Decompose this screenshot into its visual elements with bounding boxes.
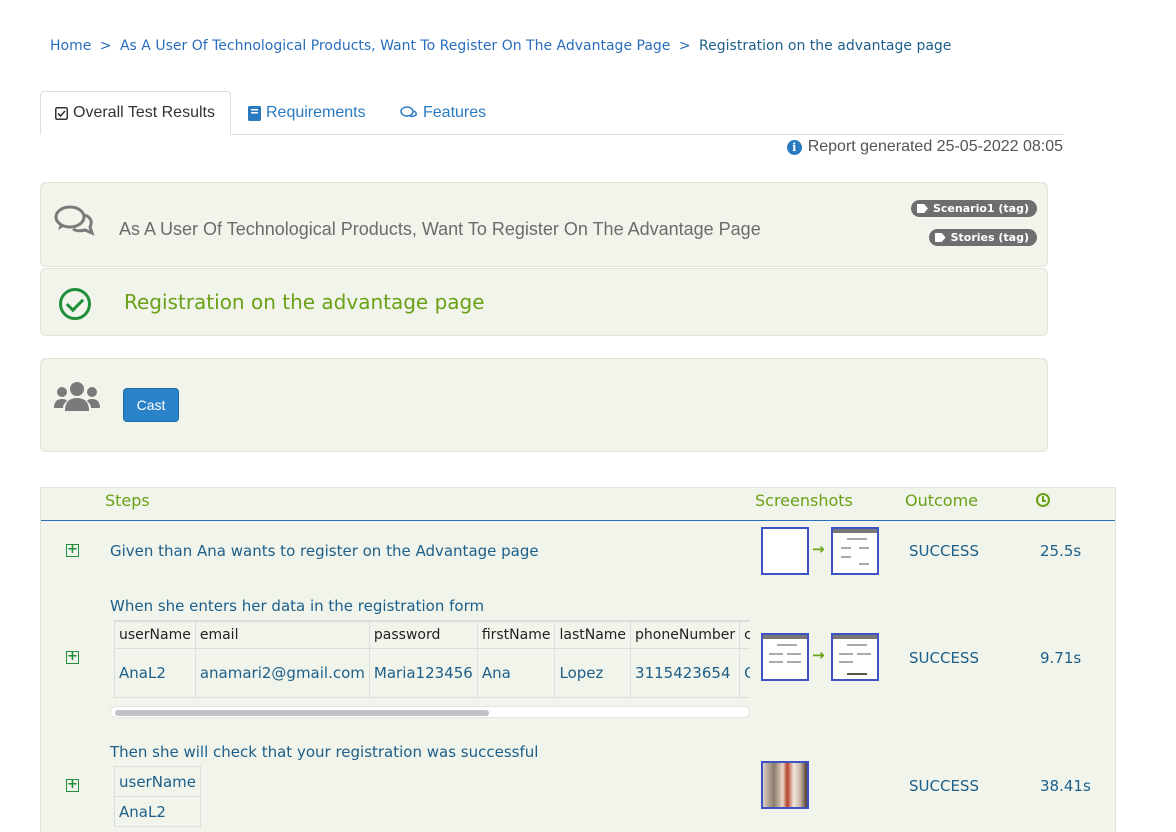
- tab-overall-test-results[interactable]: Overall Test Results: [40, 91, 231, 135]
- breadcrumb-story-link[interactable]: As A User Of Technological Products, Wan…: [120, 38, 670, 54]
- arrow-right-icon: →: [812, 646, 825, 664]
- header-steps: Steps: [105, 491, 150, 510]
- step-duration: 38.41s: [1040, 777, 1091, 795]
- expand-step-button[interactable]: +: [66, 543, 79, 557]
- tag-badge[interactable]: Stories (tag): [928, 229, 1037, 246]
- step-outcome: SUCCESS: [909, 649, 979, 667]
- tab-requirements[interactable]: Requirements: [248, 91, 366, 135]
- report-generated-text: Report generated 25-05-2022 08:05: [807, 138, 1063, 155]
- screenshot-thumbnail[interactable]: [761, 633, 809, 681]
- data-column-header: userName: [114, 766, 201, 797]
- data-column-header: c: [739, 621, 750, 649]
- data-cell: 3115423654: [630, 648, 741, 698]
- step-text: Then she will check that your registrati…: [110, 743, 539, 761]
- steps-table-header: Steps Screenshots Outcome: [41, 488, 1115, 521]
- tag-icon: [934, 233, 946, 242]
- clock-icon: [1036, 493, 1050, 507]
- step-duration: 25.5s: [1040, 542, 1082, 560]
- data-column-header: password: [368, 621, 478, 649]
- book-icon: [248, 105, 261, 121]
- data-cell: anamari2@gmail.com: [194, 648, 370, 698]
- scenario-title: Registration on the advantage page: [124, 290, 485, 314]
- data-column-header: lastName: [554, 621, 632, 649]
- header-outcome: Outcome: [905, 491, 979, 510]
- tag-badge[interactable]: Scenario1 (tag): [910, 200, 1037, 217]
- tag-label: Stories (tag): [950, 231, 1029, 244]
- comments-icon: [54, 205, 95, 236]
- step-text: When she enters her data in the registra…: [110, 597, 485, 615]
- users-icon: [54, 382, 100, 411]
- screenshot-thumbnail[interactable]: [831, 633, 879, 681]
- breadcrumb-home-link[interactable]: Home: [50, 38, 91, 54]
- data-column-header: phoneNumber: [630, 621, 741, 649]
- check-circle-icon: [59, 288, 91, 320]
- expand-step-button[interactable]: +: [66, 650, 79, 664]
- horizontal-scrollbar[interactable]: [110, 706, 750, 718]
- step-text: Given than Ana wants to register on the …: [110, 542, 539, 560]
- comments-icon: [400, 106, 417, 118]
- story-panel: As A User Of Technological Products, Wan…: [40, 182, 1048, 267]
- data-cell: C: [739, 648, 750, 698]
- data-cell: Maria123456: [368, 648, 478, 698]
- arrow-right-icon: →: [812, 540, 825, 558]
- breadcrumb-separator: >: [99, 38, 112, 54]
- step-outcome: SUCCESS: [909, 777, 979, 795]
- info-icon: i: [786, 139, 802, 155]
- check-square-icon: [55, 106, 68, 120]
- tab-label: Overall Test Results: [73, 104, 215, 121]
- data-cell: Lopez: [554, 648, 632, 698]
- data-cell: Ana: [476, 648, 556, 698]
- breadcrumb: Home > As A User Of Technological Produc…: [50, 38, 951, 54]
- steps-table: Steps Screenshots Outcome + Given than A…: [40, 487, 1116, 832]
- scenario-panel: Registration on the advantage page: [40, 268, 1048, 336]
- screenshot-thumbnail[interactable]: [761, 761, 809, 809]
- expand-step-button[interactable]: +: [66, 778, 79, 792]
- breadcrumb-separator: >: [678, 38, 691, 54]
- step-duration: 9.71s: [1040, 649, 1082, 667]
- tab-label: Requirements: [266, 104, 366, 121]
- cast-panel: Cast: [40, 358, 1048, 452]
- step-outcome: SUCCESS: [909, 542, 979, 560]
- tab-features[interactable]: Features: [400, 91, 486, 135]
- tag-label: Scenario1 (tag): [932, 202, 1029, 215]
- data-cell: AnaL2: [114, 796, 201, 827]
- screenshot-thumbnail[interactable]: [831, 527, 879, 575]
- header-screenshots: Screenshots: [755, 491, 853, 510]
- screenshot-thumbnail[interactable]: [761, 527, 809, 575]
- step-data-table: userName AnaL2: [114, 766, 201, 827]
- data-cell: AnaL2: [114, 648, 196, 698]
- tag-icon: [916, 204, 928, 213]
- tab-label: Features: [423, 104, 487, 121]
- breadcrumb-current: Registration on the advantage page: [699, 38, 952, 54]
- step-data-table: userName email password firstName lastNa…: [114, 620, 750, 702]
- data-column-header: userName: [114, 621, 196, 649]
- report-tabs: Overall Test Results Requirements Featur…: [40, 91, 1064, 135]
- cast-button[interactable]: Cast: [123, 388, 179, 422]
- data-column-header: email: [194, 621, 370, 649]
- scrollbar-thumb[interactable]: [115, 710, 489, 716]
- report-generated: i Report generated 25-05-2022 08:05: [786, 138, 1063, 156]
- data-column-header: firstName: [476, 621, 556, 649]
- story-title: As A User Of Technological Products, Wan…: [119, 219, 761, 239]
